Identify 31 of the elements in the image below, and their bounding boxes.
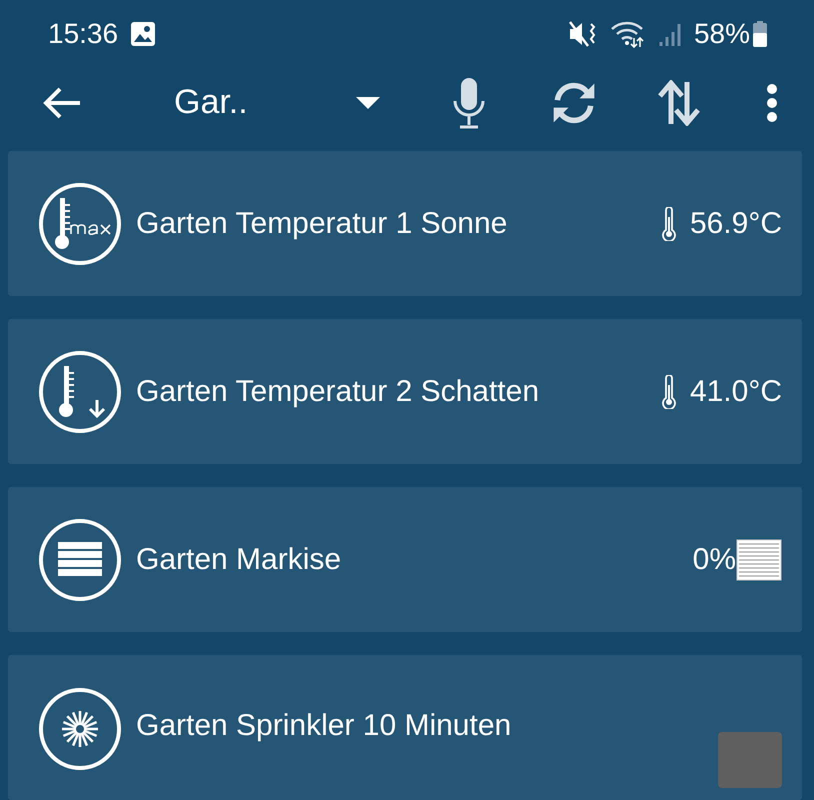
device-card[interactable]: Garten Markise 0% (8, 487, 802, 632)
temperature-value: 56.9°C (690, 206, 782, 240)
device-name: Garten Markise (136, 542, 342, 576)
caret-icon (356, 96, 380, 109)
battery-icon (752, 20, 768, 48)
room-dropdown[interactable]: Gar.. (174, 83, 324, 122)
image-icon (130, 20, 156, 47)
microphone-icon (452, 76, 486, 129)
sprinkler-icon (38, 687, 122, 771)
device-card[interactable]: Garten Sprinkler 10 Minuten (8, 655, 802, 800)
more-vertical-icon (766, 84, 778, 122)
thermometer-icon (662, 374, 676, 408)
thermometer-icon (662, 206, 676, 240)
shutter-position: 0% (692, 542, 736, 576)
blinds-icon (38, 518, 122, 602)
thermometer-down-icon (38, 350, 122, 434)
switch-toggle[interactable] (718, 732, 782, 788)
thermometer-max-icon (38, 182, 122, 266)
status-time: 15:36 (48, 18, 118, 50)
device-name: Garten Sprinkler 10 Minuten (136, 709, 512, 743)
back-arrow-icon (42, 86, 82, 119)
device-name: Garten Temperatur 1 Sonne (136, 206, 508, 240)
sort-arrows-icon (657, 80, 701, 126)
wifi-icon (610, 20, 646, 48)
device-card[interactable]: Garten Temperatur 1 Sonne 56.9°C (8, 151, 802, 296)
device-card[interactable]: Garten Temperatur 2 Schatten 41.0°C (8, 319, 802, 464)
shutter-icon (736, 538, 782, 580)
mute-vibrate-icon (568, 20, 598, 48)
temperature-value: 41.0°C (690, 374, 782, 408)
battery-percentage: 58% (694, 18, 750, 50)
device-name: Garten Temperatur 2 Schatten (136, 374, 540, 408)
